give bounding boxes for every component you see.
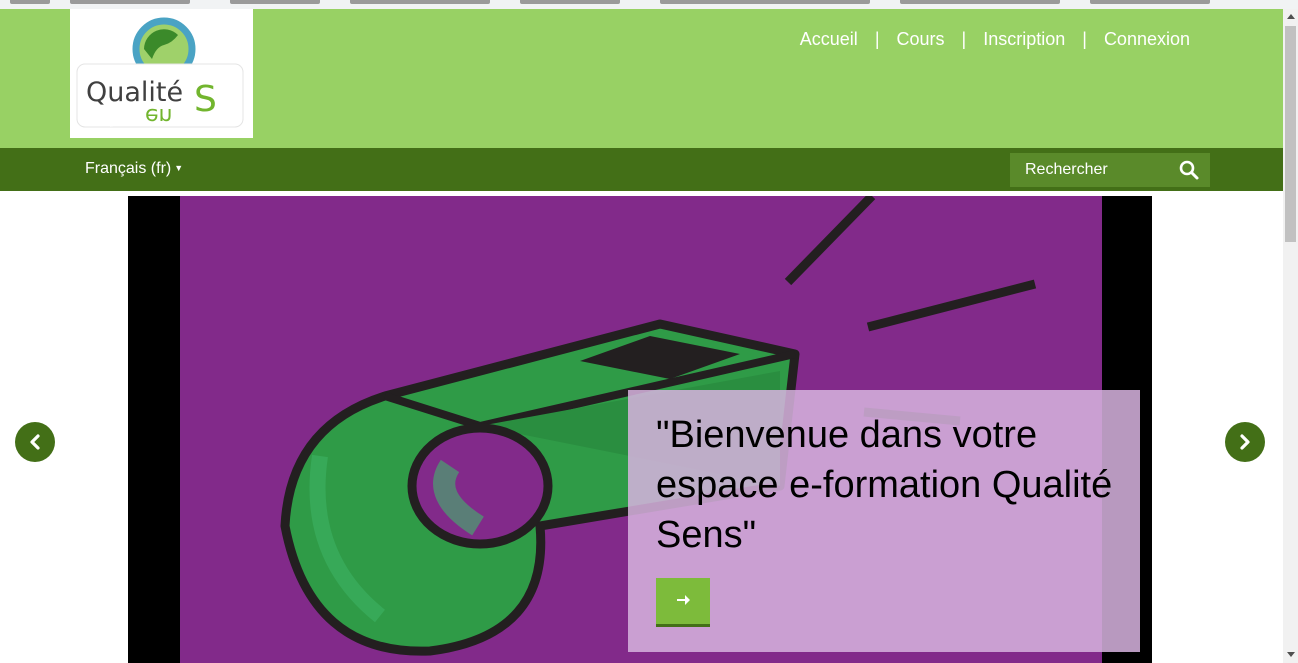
page-scrollbar[interactable] (1283, 9, 1298, 663)
nav-connexion-link[interactable]: Connexion (1104, 29, 1190, 50)
search-box (1010, 153, 1210, 187)
search-input[interactable] (1010, 160, 1177, 180)
scrollbar-thumb[interactable] (1285, 26, 1296, 242)
language-menu[interactable]: Français (fr) ▼ (85, 160, 183, 178)
nav-accueil-link[interactable]: Accueil (800, 29, 858, 50)
main-nav: Accueil | Cours | Inscription | Connexio… (800, 29, 1190, 50)
carousel-next-button[interactable] (1225, 422, 1265, 462)
search-button[interactable] (1178, 159, 1200, 181)
svg-text:en: en (145, 103, 172, 128)
logo-graphic: Qualité S en Sens (76, 17, 244, 128)
nav-separator: | (1082, 29, 1087, 49)
sub-navbar: Français (fr) ▼ (0, 148, 1283, 191)
carousel-prev-button[interactable] (15, 422, 55, 462)
caret-down-icon: ▼ (174, 163, 184, 173)
nav-separator: | (874, 29, 880, 49)
chevron-left-icon (30, 434, 40, 450)
scroll-down-arrow-icon[interactable] (1287, 652, 1295, 657)
chevron-right-icon (1240, 434, 1250, 450)
site-logo[interactable]: Qualité S en Sens (70, 9, 253, 138)
scroll-up-arrow-icon[interactable] (1287, 14, 1295, 19)
caption-more-button[interactable] (656, 578, 710, 627)
language-label: Français (fr) (85, 160, 172, 177)
caption-heading: "Bienvenue dans votre espace e-formation… (656, 414, 1113, 556)
svg-text:S: S (194, 79, 217, 120)
nav-inscription-link[interactable]: Inscription (983, 29, 1065, 50)
arrow-right-icon (677, 595, 690, 605)
nav-separator: | (961, 29, 967, 49)
carousel-caption: "Bienvenue dans votre espace e-formation… (628, 390, 1140, 652)
site-header: Qualité S en Sens Accueil | Cours | Insc… (0, 9, 1283, 148)
search-icon (1179, 160, 1199, 180)
nav-cours-link[interactable]: Cours (897, 29, 945, 50)
